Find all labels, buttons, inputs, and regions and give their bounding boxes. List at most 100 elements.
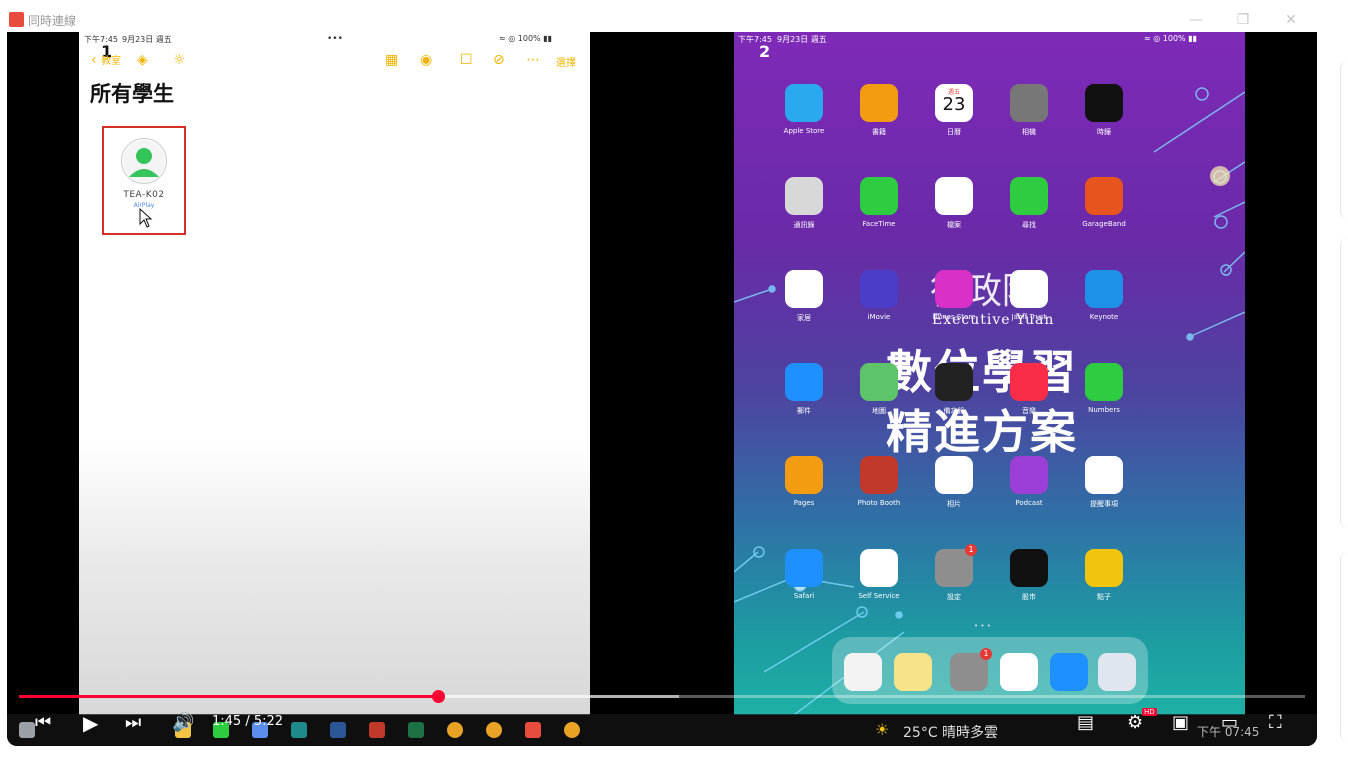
- chrome-icon[interactable]: [447, 722, 463, 738]
- settings-gear-icon[interactable]: ⚙: [1127, 712, 1143, 733]
- app-tile: [1085, 177, 1123, 215]
- status-date: 9月23日 週五: [122, 35, 172, 44]
- app-label: Jamf Trust: [1011, 313, 1047, 321]
- dock-app-icon[interactable]: [894, 653, 932, 691]
- app-label: Numbers: [1088, 406, 1120, 414]
- app-icon[interactable]: 提醒事項: [1069, 456, 1139, 531]
- app-icon[interactable]: 點子: [1069, 549, 1139, 624]
- app-icon[interactable]: FaceTime: [844, 177, 914, 252]
- app-icon[interactable]: 通訊錄: [769, 177, 839, 252]
- dock-app-icon[interactable]: 1: [950, 648, 992, 691]
- student-card[interactable]: TEA-K02 AirPlay: [102, 126, 186, 235]
- app-tile: [1010, 549, 1048, 587]
- dock-app-icon[interactable]: [1098, 653, 1136, 691]
- app-icon[interactable]: Podcast: [994, 456, 1064, 531]
- dock-app-icon[interactable]: [1050, 653, 1088, 691]
- app-icon[interactable]: iMovie: [844, 270, 914, 345]
- app-icon[interactable]: Keynote: [1069, 270, 1139, 345]
- app-label: 地圖: [872, 407, 886, 415]
- taskbar-app-icon[interactable]: [291, 722, 307, 738]
- minimize-icon[interactable]: —: [1186, 10, 1206, 30]
- windows-start-icon[interactable]: [19, 722, 35, 738]
- app-icon[interactable]: 相機: [994, 84, 1064, 159]
- app-label: 郵件: [797, 407, 811, 415]
- app-label: 相機: [1022, 128, 1036, 136]
- layers-icon[interactable]: ◈: [137, 52, 148, 68]
- play-icon[interactable]: ▶: [83, 711, 98, 735]
- app-icon[interactable]: Photo Booth: [844, 456, 914, 531]
- app-icon[interactable]: 音樂: [994, 363, 1064, 438]
- restore-icon[interactable]: ❐: [1233, 10, 1253, 30]
- app-icon[interactable]: Safari: [769, 549, 839, 624]
- app-icon[interactable]: 書籍: [844, 84, 914, 159]
- taskbar: ☀ 25°C 晴時多雲 下午 07:45: [7, 714, 1317, 746]
- lock-icon[interactable]: ☐: [460, 52, 473, 68]
- app-tile: [1010, 177, 1048, 215]
- app-icon[interactable]: Apple Store: [769, 84, 839, 159]
- app-label: FaceTime: [862, 220, 896, 228]
- previous-icon[interactable]: ⏮: [35, 712, 51, 733]
- app-icon[interactable]: GarageBand: [1069, 177, 1139, 252]
- close-icon[interactable]: ✕: [1281, 10, 1301, 30]
- app-icon[interactable]: Numbers: [1069, 363, 1139, 438]
- window-title: 同時連線: [28, 14, 77, 28]
- app-icon[interactable]: 檔案: [919, 177, 989, 252]
- powerpoint-icon[interactable]: [369, 722, 385, 738]
- dock-app-icon[interactable]: [1000, 653, 1038, 691]
- app-tile: [785, 363, 823, 401]
- app-icon[interactable]: 相片: [919, 456, 989, 531]
- app-icon[interactable]: Self Service: [844, 549, 914, 624]
- app-icon[interactable]: 尋找: [994, 177, 1064, 252]
- more-icon[interactable]: ⋯: [526, 52, 540, 68]
- app-label: Podcast: [1015, 499, 1043, 507]
- app-icon[interactable]: 備忘錄: [919, 363, 989, 438]
- app-icon[interactable]: Jamf Trust: [994, 270, 1064, 345]
- ipad-screen-right: 下午7:45 9月23日 週五 ≈ ◎ 100% ▮▮ 2 Executive …: [734, 32, 1245, 715]
- student-name: TEA-K02: [123, 190, 165, 200]
- volume-icon[interactable]: 🔊: [172, 712, 194, 733]
- app-icon[interactable]: 地圖: [844, 363, 914, 438]
- app-icon[interactable]: [525, 722, 541, 738]
- apps-grid-icon[interactable]: ▦: [385, 52, 398, 68]
- app-tile: [1085, 363, 1123, 401]
- app-label: 點子: [1097, 593, 1111, 601]
- multitask-dots[interactable]: •••: [327, 34, 343, 44]
- next-icon[interactable]: ⏭: [125, 712, 141, 733]
- select-button[interactable]: 選擇: [556, 54, 576, 69]
- app-tile: 週五 23: [935, 84, 973, 122]
- excel-icon[interactable]: [408, 722, 424, 738]
- view-screen-icon[interactable]: ◉: [420, 52, 432, 68]
- app-label: GarageBand: [1082, 220, 1126, 228]
- progress-scrubber[interactable]: [432, 690, 445, 703]
- app-tile: [1010, 456, 1048, 494]
- word-icon[interactable]: [330, 722, 346, 738]
- avatar: [121, 138, 167, 184]
- dock-app-icon[interactable]: [844, 653, 882, 691]
- screen-number-label: 2: [759, 42, 771, 61]
- app-icon[interactable]: 股市: [994, 549, 1064, 624]
- theater-mode-icon[interactable]: ▭: [1221, 712, 1238, 733]
- app-label: Safari: [793, 592, 815, 600]
- app-icon[interactable]: 週五 23 日曆: [919, 84, 989, 159]
- app-icon[interactable]: 1 設定: [919, 544, 989, 624]
- app-tile: [935, 456, 973, 494]
- app-icon[interactable]: Pages: [769, 456, 839, 531]
- miniplayer-icon[interactable]: ▣: [1172, 712, 1189, 733]
- chrome-icon[interactable]: [564, 722, 580, 738]
- app-tile: [860, 363, 898, 401]
- subtitles-icon[interactable]: ▤: [1077, 712, 1094, 733]
- hd-badge: HD: [1142, 708, 1157, 716]
- back-button[interactable]: ‹ 教室: [91, 52, 121, 68]
- app-icon[interactable]: 家居: [769, 270, 839, 345]
- fullscreen-icon[interactable]: ⛶: [1269, 712, 1282, 733]
- wifi-battery-icons: ≈ ◎ 100% ▮▮: [1144, 34, 1198, 43]
- app-icon[interactable]: 郵件: [769, 363, 839, 438]
- chrome-icon[interactable]: [486, 722, 502, 738]
- app-tile: [935, 270, 973, 308]
- page-dots[interactable]: • • •: [974, 622, 991, 630]
- app-icon[interactable]: iTunes Store: [919, 270, 989, 345]
- mute-icon[interactable]: ⊘: [493, 52, 505, 68]
- app-icon[interactable]: 時鐘: [1069, 84, 1139, 159]
- compass-icon[interactable]: ☼: [173, 52, 186, 68]
- video-player[interactable]: 下午7:45 9月23日 週五 ••• ≈ ◎ 100% ▮▮ 1 ‹ 教室 ◈…: [7, 32, 1317, 746]
